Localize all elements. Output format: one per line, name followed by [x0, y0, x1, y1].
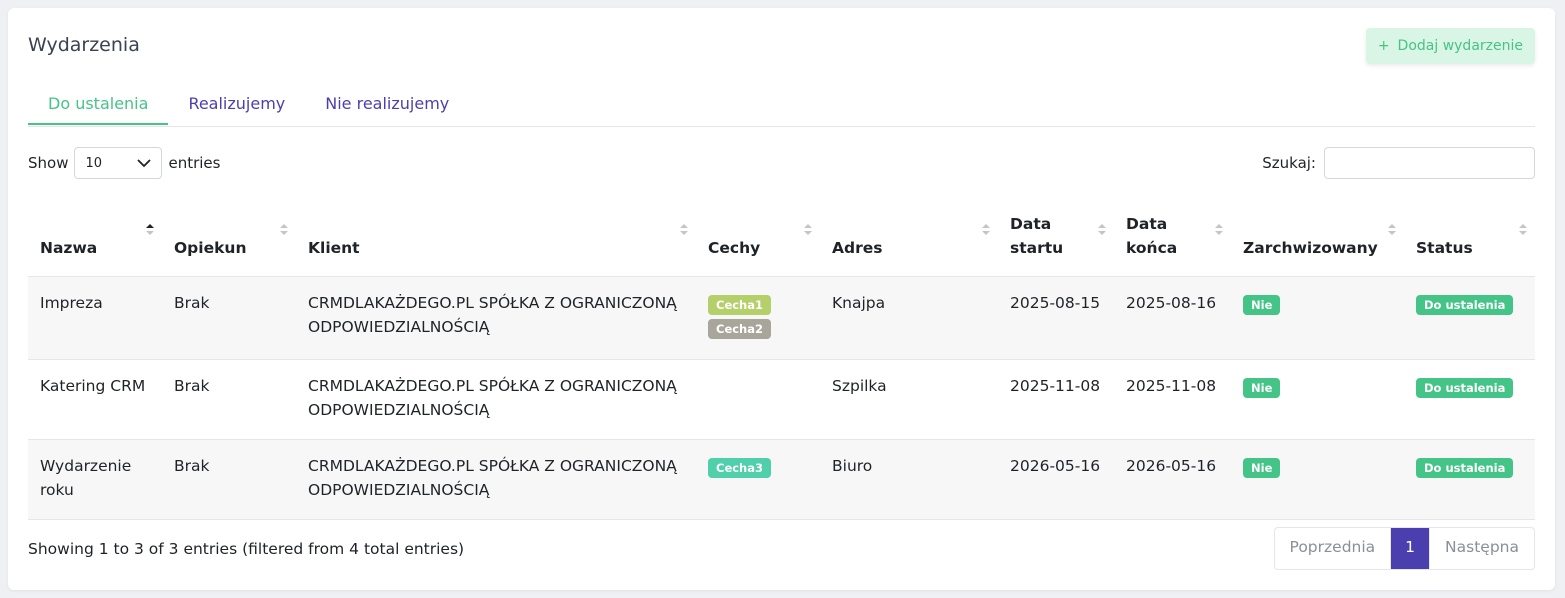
- tag-badge: Cecha3: [708, 457, 772, 478]
- table-row[interactable]: Katering CRM Brak CRMDLAKAŻDEGO.PL SPÓŁK…: [28, 359, 1535, 440]
- sort-icon: [680, 224, 688, 236]
- cell-klient: CRMDLAKAŻDEGO.PL SPÓŁKA Z OGRANICZONĄ OD…: [296, 439, 696, 520]
- column-header-cechy[interactable]: Cechy: [696, 196, 820, 277]
- plus-icon: +: [1377, 38, 1390, 54]
- sort-icon: [280, 224, 288, 236]
- add-event-button-label: Dodaj wydarzenie: [1397, 38, 1523, 54]
- status-badge: Do ustalenia: [1416, 294, 1514, 315]
- entries-label: entries: [168, 154, 221, 172]
- cell-data-startu: 2025-08-15: [998, 276, 1114, 360]
- sort-icon: [1215, 224, 1223, 236]
- events-table: Nazwa Opiekun Klient Cechy Adres Data st…: [28, 196, 1535, 520]
- entries-length-control: Show 10 entries: [28, 146, 220, 180]
- cell-adres: Biuro: [820, 439, 998, 520]
- show-label: Show: [28, 154, 69, 172]
- cell-data-startu: 2026-05-16: [998, 439, 1114, 520]
- cell-zarchiwizowany: Nie: [1231, 276, 1404, 360]
- table-header-row: Nazwa Opiekun Klient Cechy Adres Data st…: [28, 196, 1535, 277]
- tab-nie-realizujemy[interactable]: Nie realizujemy: [305, 88, 469, 125]
- cell-opiekun: Brak: [162, 359, 296, 440]
- cell-cechy: [696, 359, 820, 440]
- events-card: Wydarzenia + Dodaj wydarzenie Do ustalen…: [8, 8, 1555, 590]
- sort-icon: [982, 224, 990, 236]
- status-badge: Do ustalenia: [1416, 457, 1514, 478]
- sort-icon: [1519, 224, 1527, 236]
- tab-realizujemy[interactable]: Realizujemy: [168, 88, 305, 125]
- add-event-button[interactable]: + Dodaj wydarzenie: [1365, 28, 1535, 64]
- search-control: Szukaj:: [1262, 146, 1535, 180]
- sort-icon: [1388, 224, 1396, 236]
- column-header-adres[interactable]: Adres: [820, 196, 998, 277]
- cell-data-startu: 2025-11-08: [998, 359, 1114, 440]
- cell-opiekun: Brak: [162, 439, 296, 520]
- table-row[interactable]: Wydarzenie roku Brak CRMDLAKAŻDEGO.PL SP…: [28, 439, 1535, 520]
- column-header-klient[interactable]: Klient: [296, 196, 696, 277]
- cell-adres: Knajpa: [820, 276, 998, 360]
- cell-zarchiwizowany: Nie: [1231, 359, 1404, 440]
- table-row[interactable]: Impreza Brak CRMDLAKAŻDEGO.PL SPÓŁKA Z O…: [28, 276, 1535, 360]
- chevron-down-icon: [137, 158, 152, 167]
- sort-icon: [1098, 224, 1106, 236]
- cell-nazwa: Impreza: [28, 276, 162, 360]
- cell-nazwa: Katering CRM: [28, 359, 162, 440]
- cell-data-konca: 2025-11-08: [1114, 359, 1231, 440]
- column-header-zarchiwizowany[interactable]: Zarchwizowany: [1231, 196, 1404, 277]
- cell-adres: Szpilka: [820, 359, 998, 440]
- cell-klient: CRMDLAKAŻDEGO.PL SPÓŁKA Z OGRANICZONĄ OD…: [296, 359, 696, 440]
- table-info: Showing 1 to 3 of 3 entries (filtered fr…: [28, 540, 465, 558]
- page-button-1[interactable]: 1: [1390, 528, 1430, 569]
- cell-status: Do ustalenia: [1404, 439, 1535, 520]
- status-tabs: Do ustalenia Realizujemy Nie realizujemy: [28, 88, 1535, 127]
- archived-badge: Nie: [1243, 457, 1281, 478]
- column-header-opiekun[interactable]: Opiekun: [162, 196, 296, 277]
- cell-nazwa: Wydarzenie roku: [28, 439, 162, 520]
- sort-icon: [804, 224, 812, 236]
- entries-select-value: 10: [85, 155, 103, 171]
- prev-page-button[interactable]: Poprzednia: [1275, 528, 1391, 569]
- archived-badge: Nie: [1243, 294, 1281, 315]
- sort-asc-icon: [146, 224, 154, 236]
- search-input[interactable]: [1324, 147, 1535, 179]
- search-label: Szukaj:: [1262, 154, 1316, 172]
- next-page-button[interactable]: Następna: [1429, 528, 1534, 569]
- column-header-data-startu[interactable]: Data startu: [998, 196, 1114, 277]
- cell-klient: CRMDLAKAŻDEGO.PL SPÓŁKA Z OGRANICZONĄ OD…: [296, 276, 696, 360]
- cell-status: Do ustalenia: [1404, 359, 1535, 440]
- cell-data-konca: 2026-05-16: [1114, 439, 1231, 520]
- cell-status: Do ustalenia: [1404, 276, 1535, 360]
- tab-do-ustalenia[interactable]: Do ustalenia: [28, 88, 169, 125]
- tag-badge: Cecha1: [708, 294, 772, 315]
- status-badge: Do ustalenia: [1416, 377, 1514, 398]
- column-header-data-konca[interactable]: Data końca: [1114, 196, 1231, 277]
- cell-data-konca: 2025-08-16: [1114, 276, 1231, 360]
- cell-cechy: Cecha1 Cecha2: [696, 276, 820, 360]
- cell-opiekun: Brak: [162, 276, 296, 360]
- tag-badge: Cecha2: [708, 318, 772, 339]
- column-header-status[interactable]: Status: [1404, 196, 1535, 277]
- cell-zarchiwizowany: Nie: [1231, 439, 1404, 520]
- cell-cechy: Cecha3: [696, 439, 820, 520]
- archived-badge: Nie: [1243, 377, 1281, 398]
- pagination: Poprzednia 1 Następna: [1273, 527, 1535, 570]
- column-header-nazwa[interactable]: Nazwa: [28, 196, 162, 277]
- page-title: Wydarzenia: [28, 34, 140, 56]
- entries-select[interactable]: 10: [74, 147, 163, 179]
